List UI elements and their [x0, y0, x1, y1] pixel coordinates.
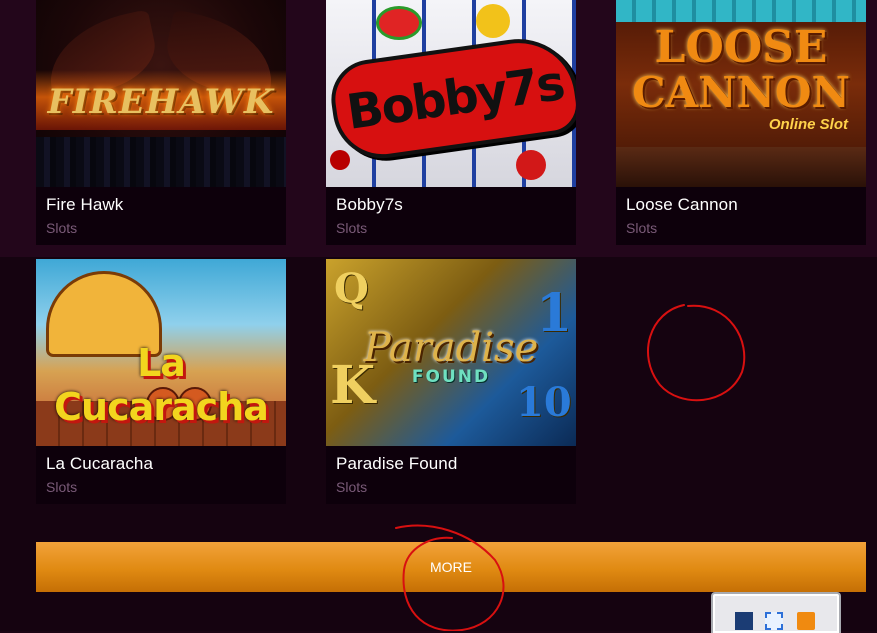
game-info: Bobby7s Slots [326, 187, 576, 245]
game-title[interactable]: Paradise Found [336, 454, 457, 474]
game-thumbnail[interactable]: Bobby7s [326, 0, 576, 187]
game-logo-line2: FOUND [411, 367, 491, 387]
more-button-label: MORE [430, 559, 472, 575]
game-info: Fire Hawk Slots [36, 187, 286, 245]
edit-icon[interactable] [797, 612, 815, 630]
game-logo-subtitle: Online Slot [768, 116, 848, 133]
game-thumbnail[interactable]: Q K 1 10 Paradise FOUND [326, 259, 576, 446]
tray-widget [711, 592, 841, 633]
awning-art [616, 0, 866, 22]
game-category: Slots [626, 220, 658, 236]
game-info: Loose Cannon Slots [616, 187, 866, 245]
game-card-bobby7s[interactable]: Bobby7s Bobby7s Slots [326, 0, 576, 245]
watermelon-icon [376, 6, 422, 40]
game-card-fire-hawk[interactable]: FIREHAWK Fire Hawk Slots [36, 0, 286, 245]
game-category: Slots [336, 220, 368, 236]
game-card-paradise-found[interactable]: Q K 1 10 Paradise FOUND Paradise Found S… [326, 259, 576, 504]
slot-symbol-q: Q [334, 265, 369, 312]
selection-icon[interactable] [765, 612, 783, 630]
game-card-la-cucaracha[interactable]: La Cucaracha La Cucaracha Slots [36, 259, 286, 504]
game-title[interactable]: Loose Cannon [626, 195, 738, 215]
game-category: Slots [336, 479, 368, 495]
game-logo: La Cucaracha [54, 341, 269, 429]
game-title[interactable]: La Cucaracha [46, 454, 153, 474]
orange-icon [476, 4, 510, 38]
game-logo-line2: CANNON [632, 68, 850, 117]
game-category: Slots [46, 220, 78, 236]
game-category: Slots [46, 479, 78, 495]
game-logo-line1: Paradise [363, 325, 539, 371]
game-info: La Cucaracha Slots [36, 446, 286, 504]
game-title[interactable]: Bobby7s [336, 195, 403, 215]
floor-art [616, 147, 866, 187]
more-button[interactable]: MORE [36, 542, 866, 592]
game-thumbnail[interactable]: FIREHAWK [36, 0, 286, 187]
game-thumbnail[interactable]: LOOSE CANNON Online Slot [616, 0, 866, 187]
city-art [36, 137, 286, 187]
game-card-loose-cannon[interactable]: LOOSE CANNON Online Slot Loose Cannon Sl… [616, 0, 866, 245]
game-thumbnail[interactable]: La Cucaracha [36, 259, 286, 446]
strawberry-icon [516, 150, 546, 180]
shield-icon[interactable] [735, 612, 753, 630]
game-logo: FIREHAWK [47, 82, 275, 122]
game-title[interactable]: Fire Hawk [46, 195, 123, 215]
game-logo-line1: LOOSE [654, 22, 828, 73]
game-info: Paradise Found Slots [326, 446, 576, 504]
